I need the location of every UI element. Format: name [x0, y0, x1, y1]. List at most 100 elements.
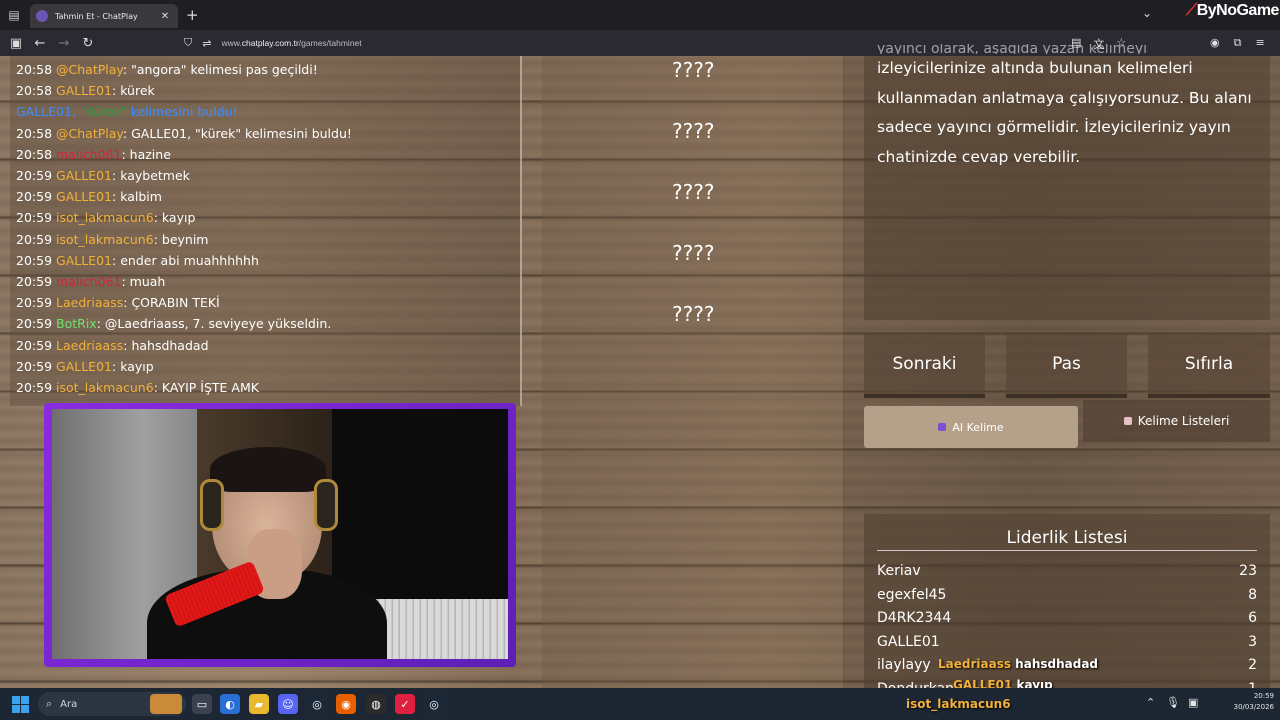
chat-username[interactable]: Laedriaass [56, 338, 123, 353]
chat-message-text: @Laedriaass, 7. seviyeye yükseldin. [104, 316, 332, 332]
ai-icon [938, 423, 947, 431]
chat-line: 20:59 malich061: muah [16, 274, 165, 289]
chat-username[interactable]: GALLE01 [56, 168, 112, 183]
new-tab-button[interactable]: + [186, 6, 199, 24]
leaderboard-row: GALLE01 3 [877, 634, 1257, 650]
chat-line: 20:59 GALLE01: kalbim [16, 189, 162, 204]
chat-time: 20:59 [16, 337, 53, 353]
leaderboard-row: Keriav 23 [877, 563, 1257, 579]
reset-button[interactable]: Sıfırla [1148, 334, 1270, 398]
chat-message-text: kürek [120, 83, 155, 99]
chat-message-text: muah [129, 274, 166, 289]
chat-line: 20:58 GALLE01: kürek [16, 83, 155, 98]
chat-time: 20:59 [16, 380, 53, 395]
headphone-left [200, 479, 224, 531]
chat-line: 20:59 GALLE01: ender abi muahhhhhh [16, 253, 259, 268]
next-button[interactable]: Sonraki [864, 334, 985, 398]
windows-start-icon[interactable] [12, 696, 29, 713]
word-lists-button[interactable]: Kelime Listeleri [1083, 400, 1270, 442]
chat-message-text: hazine [129, 146, 171, 162]
microphone-tray-icon[interactable]: 🎙 [1166, 696, 1180, 709]
chat-message-text: hahsdhadad [131, 337, 209, 353]
chat-username[interactable]: @ChatPlay [56, 126, 123, 141]
chat-separator: : [112, 168, 117, 183]
chat-time: 20:59 [16, 358, 53, 374]
leaderboard-divider [877, 550, 1257, 551]
chat-separator: : [96, 316, 101, 332]
copilot-icon[interactable]: ◐ [220, 694, 240, 714]
word-column [542, 56, 844, 688]
chat-line: 20:59 GALLE01: kaybetmek [16, 168, 190, 183]
chatplay-favicon-icon [36, 10, 48, 22]
steam-2-icon[interactable]: ◎ [424, 694, 444, 714]
chat-username[interactable]: GALLE01, [16, 104, 80, 119]
url-text[interactable]: www.chatplay.com.tr/games/tahminet [221, 38, 361, 48]
chat-username[interactable]: isot_lakmacun6 [56, 232, 154, 247]
chat-line: 20:59 BotRix: @Laedriaass, 7. seviyeye y… [16, 316, 331, 331]
weather-widget-icon[interactable] [150, 694, 182, 714]
chat-username[interactable]: GALLE01 [56, 83, 112, 98]
chat-username[interactable]: BotRix [56, 316, 97, 331]
chat-message-text: kayıp [120, 358, 154, 374]
task-view-icon[interactable]: ▭ [192, 694, 212, 714]
chat-time: 20:59 [16, 274, 53, 289]
chat-line: 20:58 @ChatPlay: GALLE01, "kürek" kelime… [16, 126, 352, 141]
site-info-icon[interactable]: ⇌ [202, 37, 211, 50]
network-icon[interactable]: ▣ [1188, 696, 1198, 709]
description-cut-line: yayıncı olarak, aşağıda yazan kelimeyi [877, 44, 1148, 54]
search-icon: ⌕ [46, 697, 53, 710]
headphone-right [314, 479, 338, 531]
chat-separator: : [153, 210, 158, 226]
chat-message-text: kayıp [161, 210, 196, 226]
tab-close-icon[interactable]: ✕ [158, 11, 172, 22]
chat-time: 20:59 [16, 295, 53, 311]
chat-username[interactable]: @ChatPlay [56, 62, 123, 77]
chat-time: 20:59 [16, 210, 53, 226]
ai-word-button[interactable]: AI Kelime [864, 406, 1078, 448]
sidebar-toggle-icon[interactable]: ▣ [4, 30, 28, 56]
chat-separator: : [123, 295, 128, 311]
file-explorer-icon[interactable]: ▰ [249, 694, 269, 714]
chat-time: 20:59 [16, 231, 53, 247]
leaderboard-name: GALLE01 [877, 633, 940, 650]
chat-username[interactable]: malich061 [56, 274, 121, 289]
hidden-word: ???? [672, 241, 715, 265]
chat-username[interactable]: Laedriaass [56, 295, 123, 310]
leaderboard-title: Liderlik Listesi [1006, 528, 1128, 548]
ai-word-label: AI Kelime [952, 420, 1004, 434]
chat-username[interactable]: GALLE01 [56, 359, 112, 374]
leaderboard-name: egexfel45 [877, 586, 947, 603]
chat-separator: : [122, 62, 128, 77]
chat-time: 20:58 [16, 83, 53, 99]
pass-button[interactable]: Pas [1006, 334, 1127, 398]
reload-icon[interactable]: ↻ [76, 30, 100, 56]
webcam-feed [52, 409, 508, 659]
chat-time: 20:58 [16, 125, 53, 141]
chat-separator: : [121, 146, 126, 162]
steam-icon[interactable]: ◎ [307, 694, 327, 714]
chat-time: 20:59 [16, 168, 53, 183]
app-red-icon[interactable]: ✓ [395, 694, 415, 714]
browser-tab[interactable]: Tahmin Et - ChatPlay ✕ [30, 4, 178, 28]
chat-username[interactable]: GALLE01 [56, 189, 112, 204]
chat-username[interactable]: malich061 [56, 147, 121, 162]
streamer-hair [210, 447, 326, 492]
chat-username[interactable]: isot_lakmacun6 [56, 210, 154, 225]
chat-message-text: GALLE01, "kürek" kelimesini buldu! [131, 125, 352, 141]
taskbar-clock[interactable]: 20:59 30/03/2026 [1222, 691, 1274, 713]
chat-separator: : [112, 252, 117, 268]
obs-icon[interactable]: ◍ [366, 694, 386, 714]
chat-username[interactable]: isot_lakmacun6 [56, 380, 154, 395]
chat-username[interactable]: GALLE01 [56, 253, 112, 268]
chat-line: 20:59 isot_lakmacun6: KAYIP İŞTE AMK [16, 380, 259, 395]
shield-icon[interactable]: ⛉ [184, 36, 192, 50]
leaderboard-score: 8 [1248, 586, 1257, 603]
back-arrow-icon[interactable]: ← [28, 30, 52, 56]
tray-chevron-icon[interactable]: ⌃ [1146, 696, 1155, 709]
chat-separator: : [112, 83, 117, 99]
tab-list-icon[interactable]: ▤ [0, 0, 28, 30]
discord-icon[interactable]: ☺ [278, 694, 298, 714]
chevron-down-icon[interactable]: ⌄ [1142, 6, 1152, 20]
firefox-icon[interactable]: ◉ [336, 694, 356, 714]
forward-arrow-icon[interactable]: → [52, 30, 76, 56]
